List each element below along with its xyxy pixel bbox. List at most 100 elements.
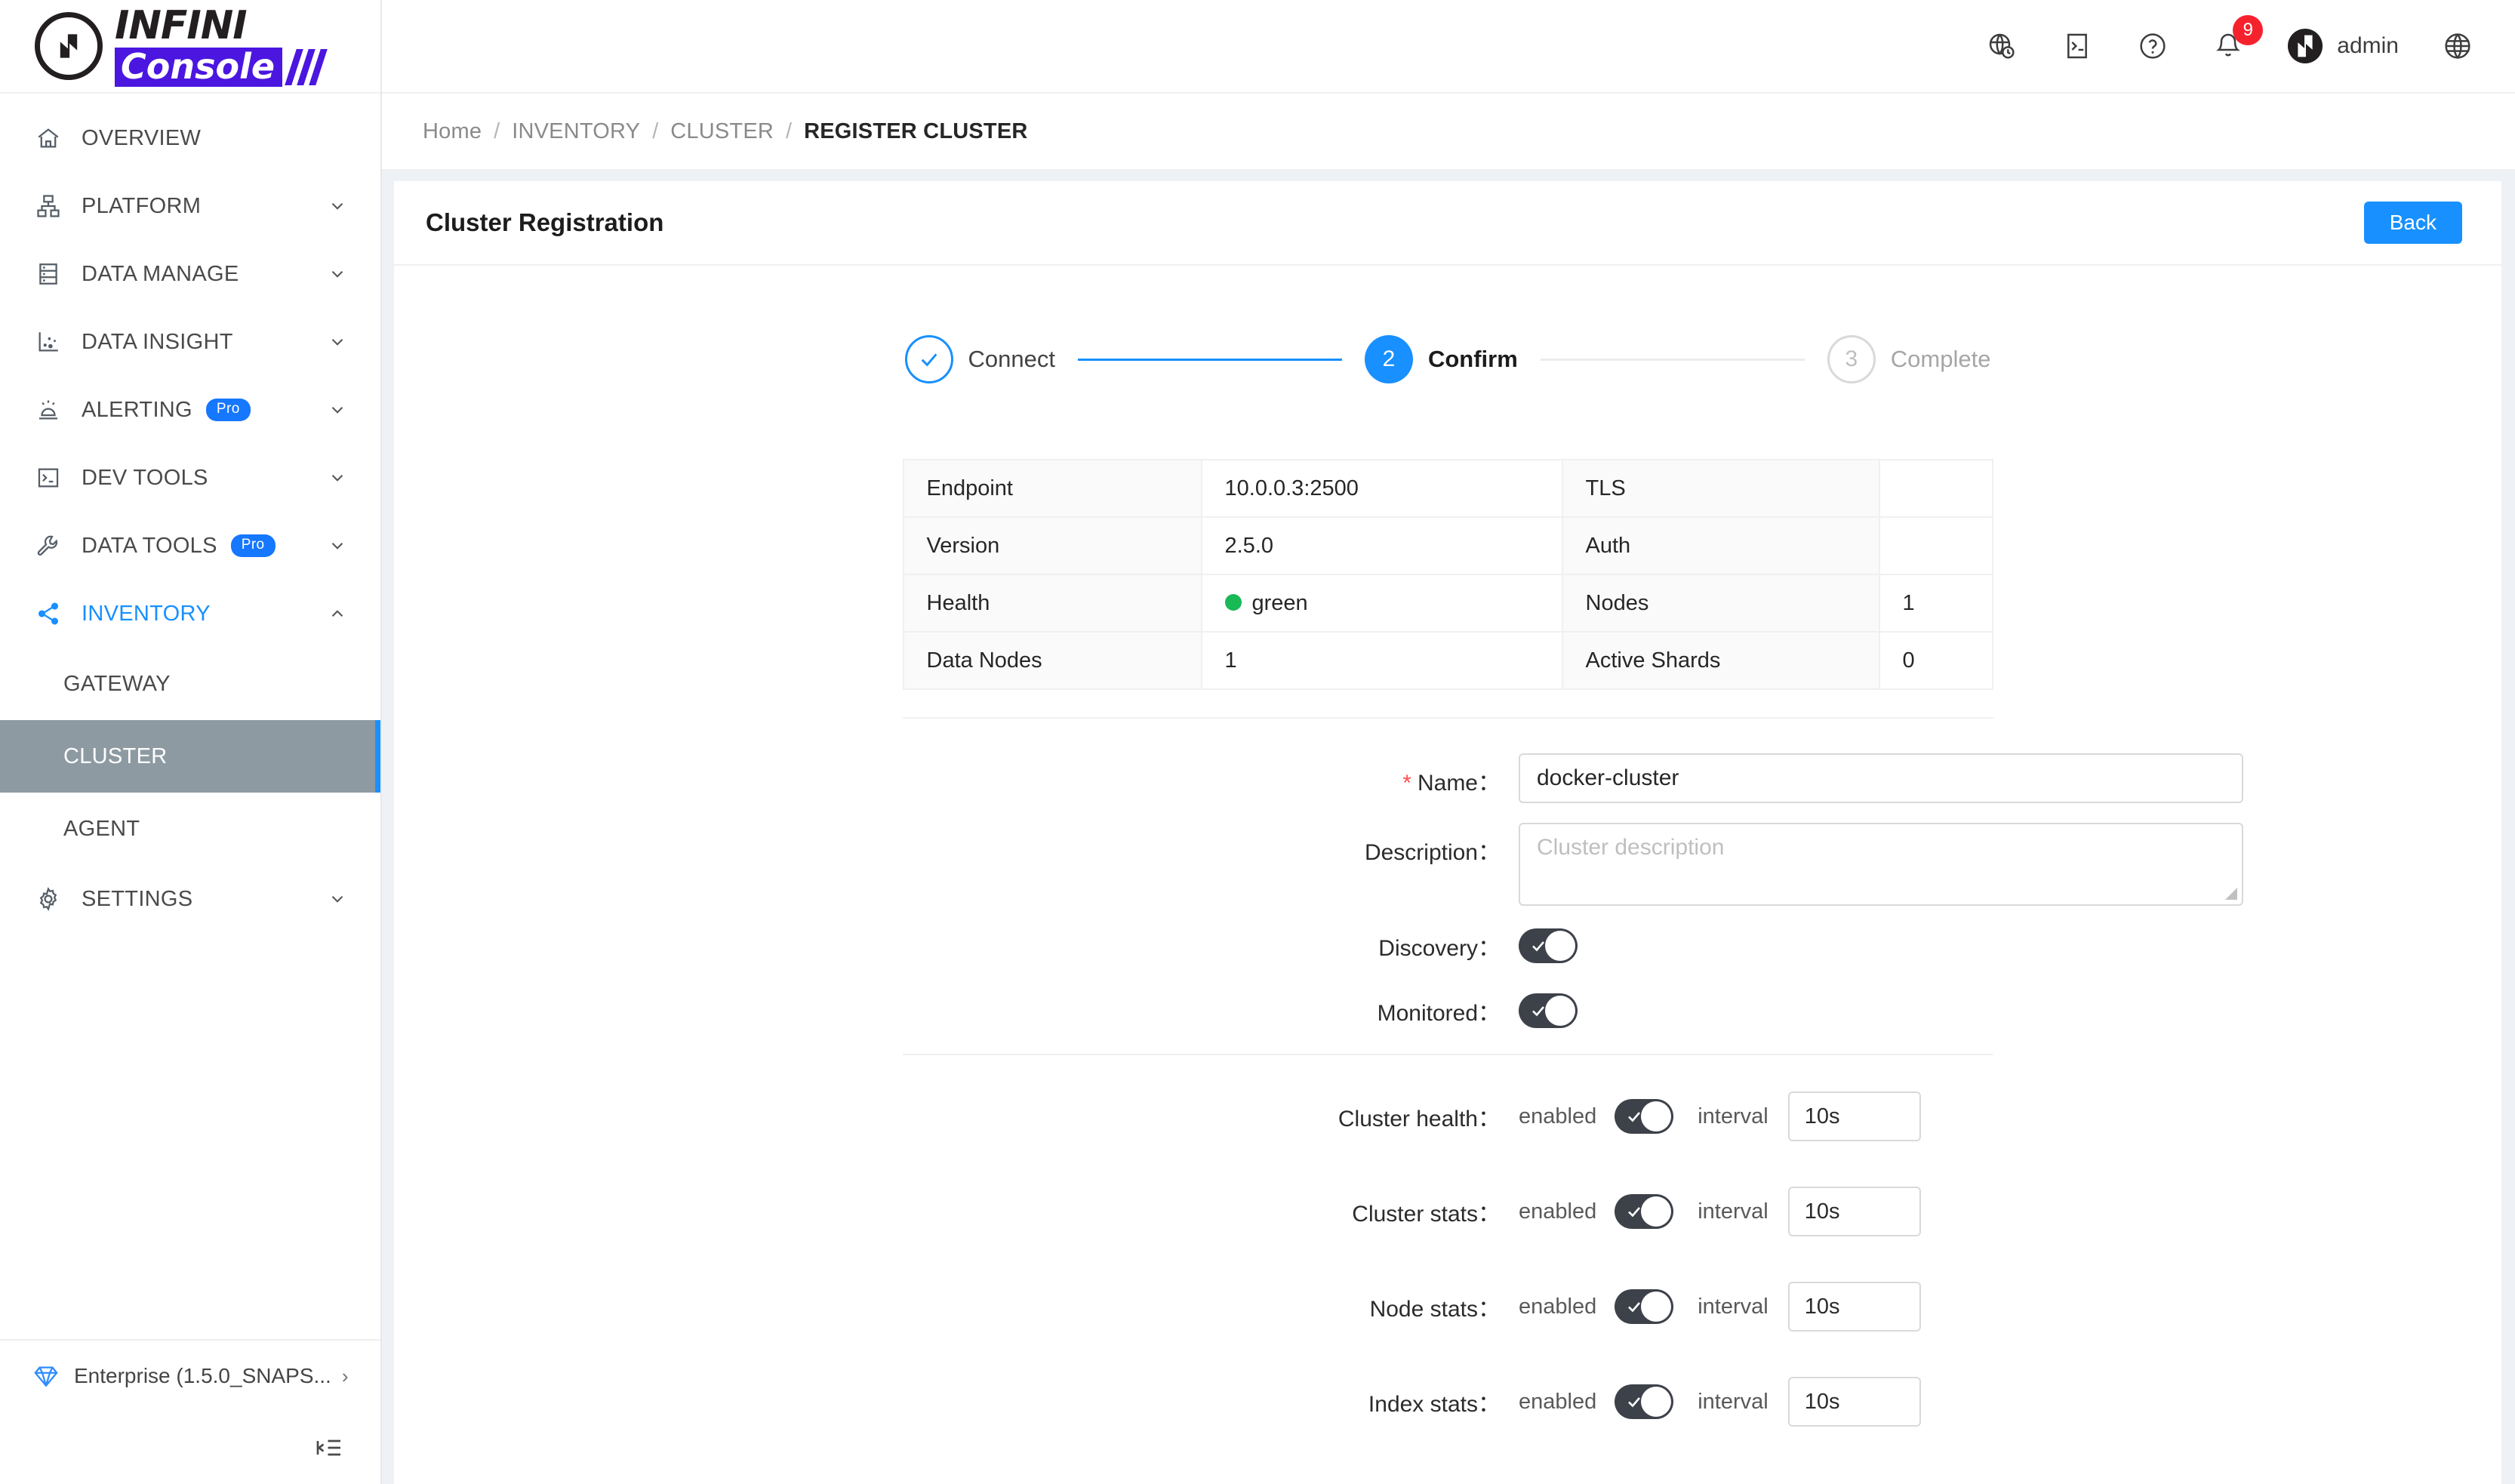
discovery-label: Discovery：	[1378, 936, 1501, 961]
card-body: Connect 2 Confirm 3 Complete Endpoint 10…	[394, 266, 2501, 1427]
interval-label: interval	[1698, 1294, 1769, 1319]
cluster-stats-toggle[interactable]	[1615, 1194, 1674, 1229]
name-label: Name：	[1417, 771, 1501, 796]
divider-bottom	[902, 1054, 1993, 1055]
globe-icon[interactable]	[2441, 29, 2474, 63]
license-footer[interactable]: Enterprise (1.5.0_SNAPS... ›	[0, 1339, 380, 1412]
step-connector-1	[1077, 358, 1342, 361]
enabled-label: enabled	[1519, 1199, 1597, 1224]
interval-label: interval	[1698, 1389, 1769, 1414]
step-connector-2	[1540, 358, 1805, 361]
terminal-icon[interactable]	[2061, 29, 2094, 63]
breadcrumb-separator: /	[652, 119, 659, 143]
bell-icon[interactable]: 9	[2212, 15, 2264, 63]
sidebar-item-label: DEV TOOLS	[82, 465, 208, 490]
discovery-toggle[interactable]	[1519, 928, 1578, 963]
sidebar-item-settings[interactable]: SETTINGS	[0, 865, 380, 933]
collapse-sidebar-button[interactable]	[0, 1412, 380, 1484]
chevron-down-icon	[328, 536, 347, 556]
sidebar-item-dev-tools[interactable]: DEV TOOLS	[0, 444, 380, 512]
form-row-discovery: Discovery：	[394, 928, 2501, 963]
node-stats-toggle[interactable]	[1615, 1289, 1674, 1324]
content-area: Cluster Registration Back Connect 2 Conf…	[382, 171, 2515, 1484]
toggle-knob	[1641, 1101, 1672, 1131]
step-confirm[interactable]: 2 Confirm	[1364, 335, 1518, 383]
sidebar-item-label: OVERVIEW	[82, 125, 202, 150]
sidebar-item-gateway[interactable]: GATEWAY	[0, 648, 380, 720]
sidebar: INFINI Console OVERVIEW PLATFORM DATA MA…	[0, 0, 382, 1484]
divider-top	[902, 717, 1993, 719]
info-label-endpoint: Endpoint	[902, 459, 1202, 518]
back-button[interactable]: Back	[2363, 202, 2462, 244]
toggle-knob	[1641, 1387, 1672, 1417]
sidebar-subitem-label: GATEWAY	[63, 671, 171, 696]
cluster-registration-card: Cluster Registration Back Connect 2 Conf…	[394, 181, 2501, 1484]
breadcrumb: Home / INVENTORY / CLUSTER / REGISTER CL…	[382, 94, 2515, 171]
scatter-icon	[33, 327, 63, 357]
sidebar-item-agent[interactable]: AGENT	[0, 793, 380, 865]
form-row-monitored: Monitored：	[394, 993, 2501, 1028]
cluster-health-toggle[interactable]	[1615, 1099, 1674, 1134]
chevron-down-icon	[328, 468, 347, 488]
brand-logo[interactable]: INFINI Console	[0, 0, 380, 94]
user-name: admin	[2337, 33, 2399, 58]
share-icon	[33, 599, 63, 629]
sidebar-item-label: DATA MANAGE	[82, 261, 239, 286]
cluster-stats-interval-input[interactable]: 10s	[1787, 1187, 1921, 1236]
sidebar-item-label: DATA INSIGHT	[82, 329, 233, 354]
info-value-tls	[1878, 459, 1993, 518]
monitored-label: Monitored：	[1377, 1001, 1501, 1026]
globe-clock-icon[interactable]	[1985, 29, 2018, 63]
home-icon	[33, 123, 63, 153]
description-label: Description：	[1364, 840, 1501, 865]
main-area: 9 admin Home / INVENTORY / CLUSTER / REG…	[382, 0, 2515, 1484]
breadcrumb-item-cluster[interactable]: CLUSTER	[670, 119, 774, 144]
info-value-active-shards: 0	[1878, 631, 1993, 690]
metrics-section: Cluster health： enabled interval 10s Clu…	[394, 1091, 2501, 1427]
toggle-knob	[1641, 1292, 1672, 1322]
chevron-down-icon	[328, 196, 347, 216]
help-circle-icon[interactable]	[2136, 29, 2169, 63]
sidebar-item-data-insight[interactable]: DATA INSIGHT	[0, 308, 380, 376]
registration-stepper: Connect 2 Confirm 3 Complete	[394, 335, 2501, 383]
chevron-right-icon: ›	[341, 1364, 349, 1387]
form-row-description: Description： Cluster description	[394, 823, 2501, 906]
step-number: 3	[1827, 335, 1876, 383]
sidebar-item-platform[interactable]: PLATFORM	[0, 172, 380, 240]
sidebar-item-label: INVENTORY	[82, 601, 211, 626]
sidebar-item-data-tools[interactable]: DATA TOOLS Pro	[0, 512, 380, 580]
step-label: Connect	[968, 346, 1055, 372]
breadcrumb-separator: /	[494, 119, 500, 143]
gear-icon	[33, 884, 63, 914]
node-stats-interval-input[interactable]: 10s	[1787, 1282, 1921, 1332]
pro-badge: Pro	[230, 534, 276, 557]
sidebar-item-label: PLATFORM	[82, 193, 202, 218]
notification-count-badge: 9	[2233, 15, 2264, 45]
name-input[interactable]: docker-cluster	[1519, 753, 2243, 803]
avatar	[2287, 28, 2323, 64]
user-menu[interactable]: admin	[2287, 28, 2399, 64]
interval-label: interval	[1698, 1104, 1769, 1128]
enabled-label: enabled	[1519, 1104, 1597, 1128]
brand-wordmark: INFINI Console	[115, 6, 328, 87]
check-icon	[904, 335, 953, 383]
form-row-name: * Name： docker-cluster	[394, 753, 2501, 803]
sidebar-item-alerting[interactable]: ALERTING Pro	[0, 376, 380, 444]
monitored-toggle[interactable]	[1519, 993, 1578, 1028]
index-stats-interval-input[interactable]: 10s	[1787, 1377, 1921, 1427]
cluster-health-interval-input[interactable]: 10s	[1787, 1091, 1921, 1141]
index-stats-toggle[interactable]	[1615, 1384, 1674, 1419]
sidebar-item-overview[interactable]: OVERVIEW	[0, 104, 380, 172]
sidebar-item-data-manage[interactable]: DATA MANAGE	[0, 240, 380, 308]
sidebar-item-cluster[interactable]: CLUSTER	[0, 720, 380, 793]
description-textarea[interactable]: Cluster description	[1519, 823, 2243, 906]
breadcrumb-item-home[interactable]: Home	[423, 119, 482, 144]
breadcrumb-item-inventory[interactable]: INVENTORY	[512, 119, 640, 144]
step-connect[interactable]: Connect	[904, 335, 1055, 383]
info-label-health: Health	[902, 574, 1202, 633]
index-stats-label: Index stats：	[1368, 1392, 1501, 1417]
collapse-sidebar-icon	[316, 1434, 343, 1461]
step-label: Confirm	[1427, 346, 1518, 372]
card-header: Cluster Registration Back	[394, 181, 2501, 266]
sidebar-item-inventory[interactable]: INVENTORY	[0, 580, 380, 648]
